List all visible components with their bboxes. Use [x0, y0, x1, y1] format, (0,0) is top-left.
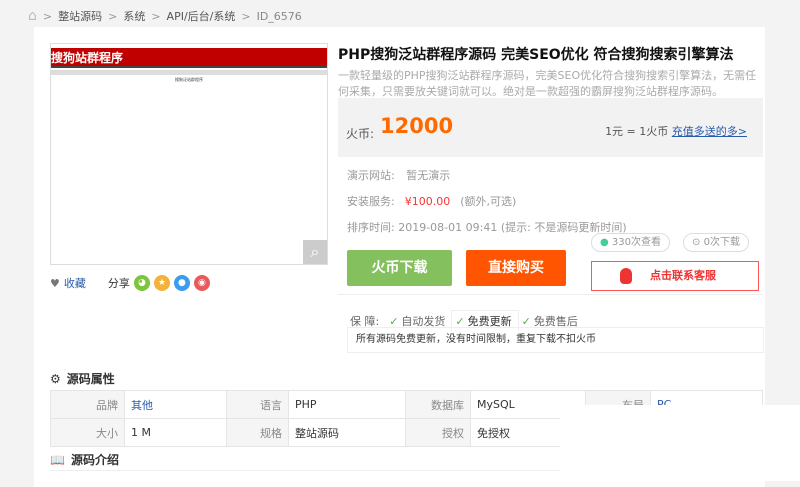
share-label: 分享 [107, 277, 130, 290]
attr-key: 语言 [226, 390, 289, 419]
eye-icon: ● [600, 237, 609, 248]
separator: > [108, 9, 118, 23]
contact-service-button[interactable]: 点击联系客服 [591, 261, 759, 291]
install-row: 安装服务: ¥100.00 (额外,可选) [347, 193, 516, 209]
attr-value: 1 M [124, 418, 227, 447]
section-title: 源码属性 [66, 372, 115, 386]
breadcrumb-current: ID_6576 [256, 9, 302, 23]
tab-label: 自动发货 [401, 314, 446, 328]
install-note: (额外,可选) [460, 195, 517, 208]
breadcrumb: ⌂ > 整站源码 > 系统 > API/后台/系统 > ID_6576 [28, 8, 302, 24]
downloads-badge: ⊙ 0次下载 [683, 233, 749, 252]
weibo-icon[interactable]: ◉ [193, 275, 210, 291]
book-icon: 📖 [50, 452, 65, 467]
qq-icon [620, 268, 632, 284]
overlay-patch [560, 405, 800, 481]
downloads-count: 0次下载 [703, 237, 740, 248]
attr-key: 授权 [405, 418, 471, 447]
sort-label: 排序时间: [347, 221, 395, 234]
sort-value: 2019-08-01 09:41 [398, 221, 498, 234]
separator: > [42, 9, 53, 23]
attr-value[interactable]: 其他 [124, 390, 227, 419]
demo-label: 演示网站: [347, 169, 395, 182]
attr-key: 大小 [50, 418, 125, 447]
preview-caption: 搜狗泛站群程序 [175, 77, 203, 82]
qq-icon[interactable]: ● [173, 275, 190, 291]
attr-key: 品牌 [50, 390, 125, 419]
tab-label: 免费售后 [533, 314, 578, 328]
contact-label: 点击联系客服 [650, 269, 716, 282]
section-title: 源码介绍 [70, 453, 119, 467]
intro-heading: 📖 源码介绍 [50, 451, 119, 468]
product-title: PHP搜狗泛站群程序源码 完美SEO优化 符合搜狗搜索引擎算法 [338, 47, 734, 63]
views-badge: ● 330次查看 [591, 233, 671, 252]
price-label: 火币: [346, 127, 375, 141]
coin-download-button[interactable]: 火币下载 [347, 250, 452, 286]
demo-row: 演示网站: 暂无演示 [347, 167, 450, 183]
attr-key: 规格 [226, 418, 289, 447]
attr-value: 整站源码 [288, 418, 406, 447]
share-bar: ♥ 收藏 分享 ◕ ★ ● ◉ [50, 275, 210, 291]
guarantee-content: 所有源码免费更新，没有时间限制，重复下载不扣火币 [347, 327, 764, 353]
install-label: 安装服务: [347, 195, 395, 208]
attr-key: 数据库 [405, 390, 471, 419]
price-box: 火币: 12000 1元 = 1火币 充值多送的多> [338, 98, 763, 157]
heart-icon[interactable]: ♥ [50, 277, 60, 290]
favorite-link[interactable]: 收藏 [64, 275, 86, 291]
preview-image[interactable]: 搜狗站群程序 搜狗泛站群程序 ⌕ [50, 43, 328, 265]
exchange-rate: 1元 = 1火币 充值多送的多> [605, 123, 747, 139]
zoom-icon[interactable]: ⌕ [303, 240, 327, 264]
attributes-heading: ⚙ 源码属性 [50, 370, 115, 387]
separator: > [151, 9, 161, 23]
breadcrumb-item[interactable]: 整站源码 [58, 8, 102, 24]
divider [338, 294, 763, 295]
breadcrumb-item[interactable]: API/后台/系统 [167, 8, 236, 24]
demo-value: 暂无演示 [406, 169, 451, 182]
views-count: 330次查看 [611, 237, 662, 248]
qzone-icon[interactable]: ★ [153, 275, 170, 291]
download-icon: ⊙ [692, 237, 701, 248]
gear-icon: ⚙ [50, 371, 61, 386]
preview-banner: 搜狗站群程序 [51, 48, 327, 68]
sort-row: 排序时间: 2019-08-01 09:41 (提示: 不是源码更新时间) [347, 219, 627, 235]
recharge-link[interactable]: 充值多送的多> [672, 125, 747, 138]
breadcrumb-item[interactable]: 系统 [123, 8, 145, 24]
attr-value: PHP [288, 390, 406, 419]
home-icon[interactable]: ⌂ [28, 8, 37, 24]
divider [50, 470, 560, 471]
rate-text: 1元 = 1火币 [605, 125, 669, 138]
install-price: ¥100.00 [404, 195, 451, 208]
buy-now-button[interactable]: 直接购买 [466, 250, 566, 286]
wechat-icon[interactable]: ◕ [133, 275, 150, 291]
price-value: 12000 [380, 114, 454, 138]
preview-nav [51, 70, 327, 75]
product-description: 一款轻量级的PHP搜狗泛站群程序源码，完美SEO优化符合搜狗搜索引擎算法，无需任… [338, 69, 757, 98]
separator: > [241, 9, 251, 23]
